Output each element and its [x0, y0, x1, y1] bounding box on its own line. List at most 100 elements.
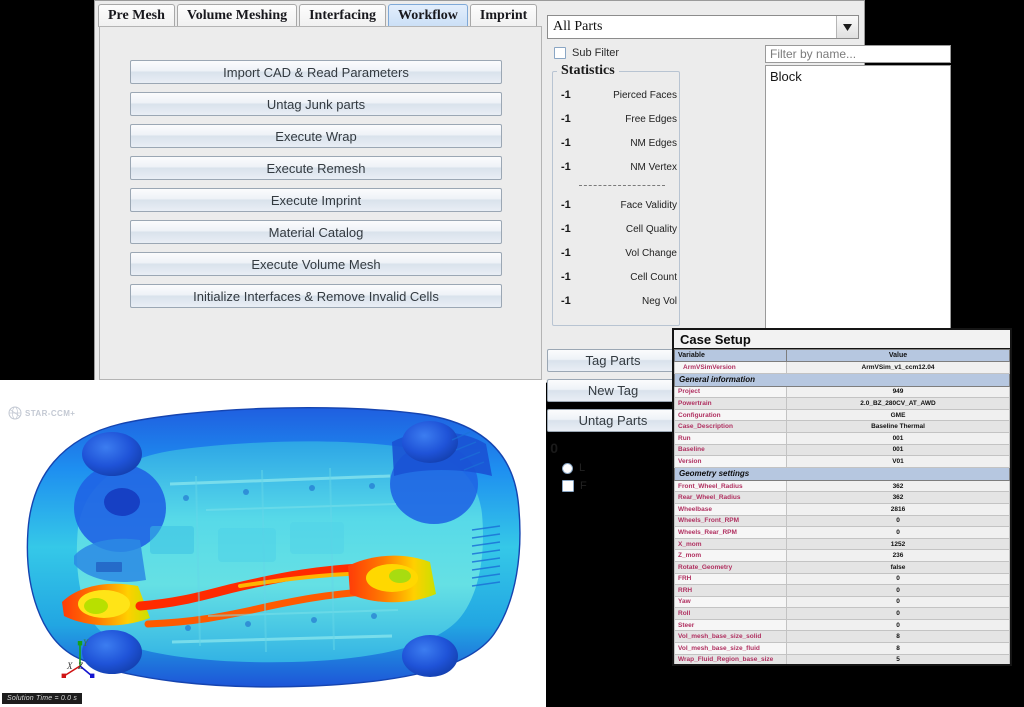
- tab-volume-meshing[interactable]: Volume Meshing: [177, 4, 297, 27]
- sub-filter-checkbox[interactable]: [554, 47, 566, 59]
- workflow-button-material-catalog[interactable]: Material Catalog: [130, 220, 502, 244]
- parts-panel: All Parts Sub Filter Filter by name... B…: [547, 5, 863, 380]
- tab-pre-mesh[interactable]: Pre Mesh: [98, 4, 175, 27]
- table-row: Wheels_Front_RPM0: [675, 515, 1010, 527]
- option-radio[interactable]: [562, 463, 573, 474]
- case-setup-table: Variable Value ArmVSimVersionArmVSim_v1_…: [674, 349, 1010, 666]
- option-label: F: [580, 480, 587, 492]
- globe-icon: [8, 406, 22, 420]
- workflow-button-execute-remesh[interactable]: Execute Remesh: [130, 156, 502, 180]
- tag-button-tag-parts[interactable]: Tag Parts: [547, 349, 679, 372]
- table-row: Steer0: [675, 619, 1010, 631]
- case-variable-name: Front_Wheel_Radius: [675, 480, 787, 492]
- solution-time-label: Solution Time = 0.0 s: [2, 693, 82, 704]
- tag-button-untag-parts[interactable]: Untag Parts: [547, 409, 679, 432]
- case-variable-value: 0: [787, 515, 1010, 527]
- statistic-label: Cell Quality: [587, 224, 681, 235]
- table-row: Wheelbase2816: [675, 503, 1010, 515]
- case-setup-body: ArmVSimVersionArmVSim_v1_ccm12.04General…: [675, 362, 1010, 667]
- case-variable-value: 2816: [787, 503, 1010, 515]
- case-variable-name: Case_Description: [675, 421, 787, 433]
- statistic-value: -1: [553, 247, 587, 259]
- tab-workflow[interactable]: Workflow: [388, 4, 468, 27]
- tab-interfacing[interactable]: Interfacing: [299, 4, 386, 27]
- table-row: Roll0: [675, 608, 1010, 620]
- statistic-value: -1: [553, 113, 587, 125]
- option-l[interactable]: L: [562, 462, 672, 474]
- parts-name-filter-input[interactable]: Filter by name...: [765, 45, 951, 63]
- workflow-button-execute-wrap[interactable]: Execute Wrap: [130, 124, 502, 148]
- case-setup-header-row: Variable Value: [675, 350, 1010, 362]
- table-row: FRH0: [675, 573, 1010, 585]
- case-variable-name: Vol_mesh_base_size_solid: [675, 631, 787, 643]
- case-variable-value: GME: [787, 409, 1010, 421]
- table-row: Run001: [675, 432, 1010, 444]
- statistic-label: Pierced Faces: [587, 90, 681, 101]
- case-variable-value: 0: [787, 596, 1010, 608]
- case-variable-value: 362: [787, 480, 1010, 492]
- table-row: ArmVSimVersionArmVSim_v1_ccm12.04: [675, 362, 1010, 374]
- case-variable-value: Baseline Thermal: [787, 421, 1010, 433]
- case-variable-value: 949: [787, 386, 1010, 398]
- workflow-panel: Import CAD & Read Parameters Untag Junk p…: [99, 26, 542, 380]
- case-variable-name: Roll: [675, 608, 787, 620]
- statistic-row: -1Vol Change: [553, 244, 681, 262]
- tag-button-new-tag[interactable]: New Tag: [547, 379, 679, 402]
- option-checkbox[interactable]: [562, 480, 574, 492]
- case-variable-value: 001: [787, 444, 1010, 456]
- 3d-viewport[interactable]: STAR-CCM+ Y X Z Solution Time = 0.0 s: [0, 380, 546, 707]
- workflow-button-import-cad-read-parameters[interactable]: Import CAD & Read Parameters: [130, 60, 502, 84]
- option-label: L: [579, 462, 585, 474]
- case-variable-value: 0: [787, 608, 1010, 620]
- case-variable-name: Z_mom: [675, 550, 787, 562]
- sub-filter-label: Sub Filter: [572, 47, 619, 59]
- statistic-row: -1Cell Quality: [553, 220, 681, 238]
- statistic-row: -1Face Validity: [553, 196, 681, 214]
- logo-text: STAR-CCM+: [25, 409, 75, 418]
- sub-filter-row[interactable]: Sub Filter: [554, 47, 619, 59]
- parts-filter-dropdown-value: All Parts: [548, 19, 836, 35]
- axis-triad-icon: Y X Z: [58, 636, 104, 680]
- case-variable-value: 0: [787, 527, 1010, 539]
- table-row: RRH0: [675, 585, 1010, 597]
- option-f[interactable]: F: [562, 480, 672, 492]
- parts-list[interactable]: Block: [765, 65, 951, 333]
- case-variable-name: Vol_mesh_base_size_fluid: [675, 643, 787, 655]
- case-variable-name: Powertrain: [675, 398, 787, 410]
- parts-filter-dropdown[interactable]: All Parts: [547, 15, 859, 39]
- statistic-row: -1Free Edges: [553, 110, 681, 128]
- statistic-value: -1: [553, 295, 587, 307]
- case-variable-value: 2.0_BZ_280CV_AT_AWD: [787, 398, 1010, 410]
- table-row: Wheels_Rear_RPM0: [675, 527, 1010, 539]
- statistics-title: Statistics: [557, 63, 619, 79]
- svg-text:X: X: [66, 661, 73, 671]
- statistic-row: -1Cell Count: [553, 268, 681, 286]
- statistic-row: -1Pierced Faces: [553, 86, 681, 104]
- case-variable-value: 5: [787, 654, 1010, 666]
- workflow-button-untag-junk-parts[interactable]: Untag Junk parts: [130, 92, 502, 116]
- statistic-label: Free Edges: [587, 114, 681, 125]
- case-variable-value: 001: [787, 432, 1010, 444]
- case-variable-value: 1252: [787, 538, 1010, 550]
- table-row: Vol_mesh_base_size_fluid8: [675, 643, 1010, 655]
- statistics-group: Statistics -1Pierced Faces-1Free Edges-1…: [552, 71, 680, 326]
- tab-bar: Pre MeshVolume MeshingInterfacingWorkflo…: [95, 1, 545, 27]
- statistics-divider: [579, 185, 665, 186]
- tab-imprint[interactable]: Imprint: [470, 4, 537, 27]
- chevron-down-icon[interactable]: [836, 16, 858, 38]
- table-row: Case_DescriptionBaseline Thermal: [675, 421, 1010, 433]
- list-item[interactable]: Block: [770, 69, 950, 85]
- workflow-button-execute-volume-mesh[interactable]: Execute Volume Mesh: [130, 252, 502, 276]
- workflow-button-initialize-interfaces-remove-invalid-cells[interactable]: Initialize Interfaces & Remove Invalid C…: [130, 284, 502, 308]
- case-variable-name: Wheels_Rear_RPM: [675, 527, 787, 539]
- case-variable-value: 0: [787, 585, 1010, 597]
- table-row: Wrap_Fluid_Region_base_size5: [675, 654, 1010, 666]
- statistic-value: -1: [553, 161, 587, 173]
- case-variable-value: 0: [787, 619, 1010, 631]
- workflow-button-execute-imprint[interactable]: Execute Imprint: [130, 188, 502, 212]
- case-variable-name: Rotate_Geometry: [675, 561, 787, 573]
- statistic-row: -1Neg Vol: [553, 292, 681, 310]
- case-variable-name: Configuration: [675, 409, 787, 421]
- section-title: General information: [675, 373, 1010, 386]
- case-variable-value: 8: [787, 643, 1010, 655]
